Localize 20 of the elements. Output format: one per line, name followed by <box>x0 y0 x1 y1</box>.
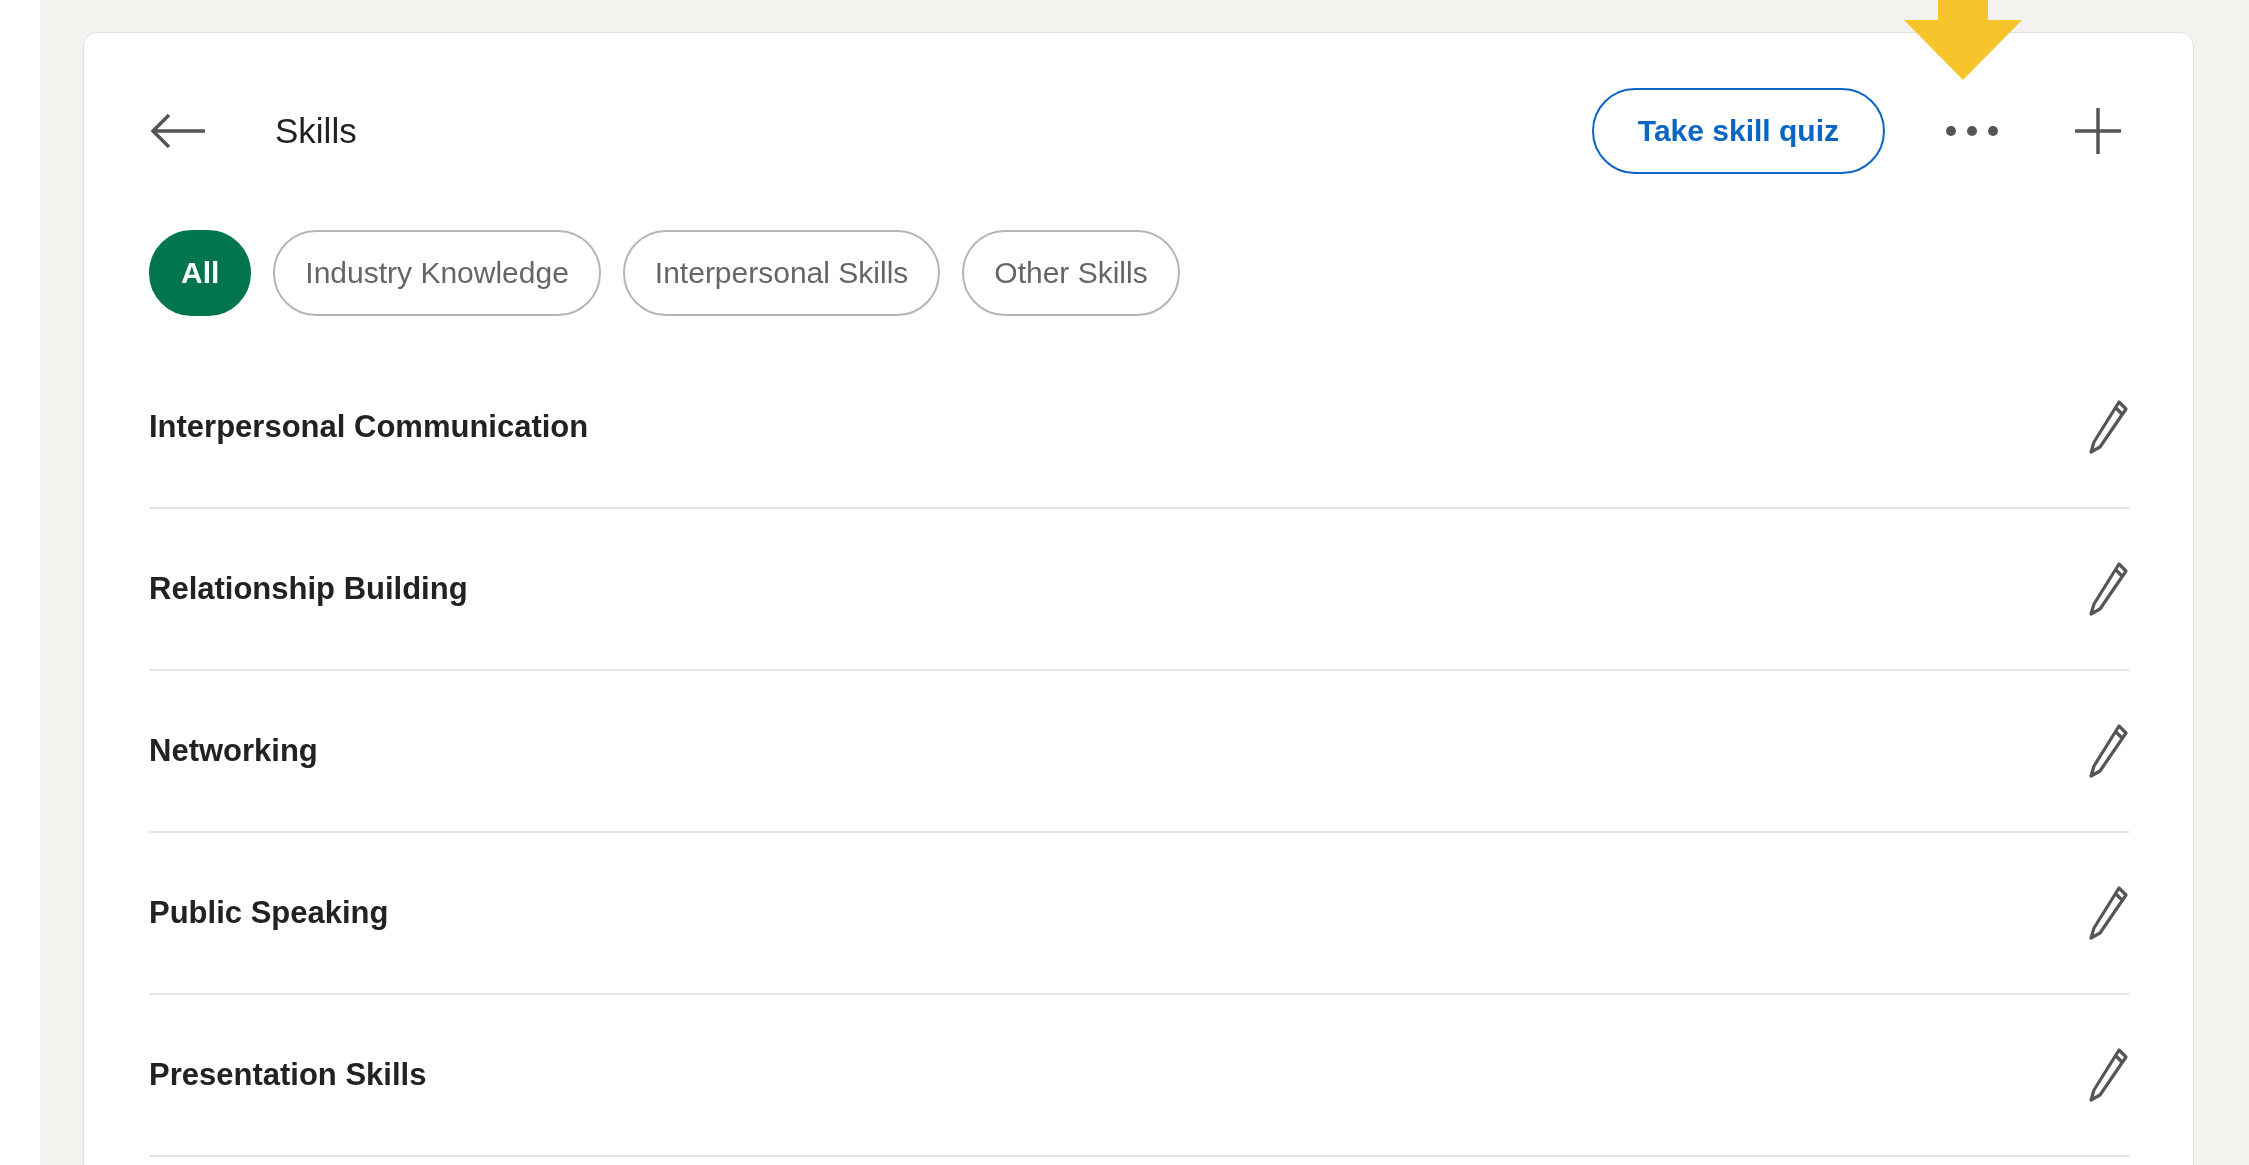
filter-chip[interactable]: All <box>149 230 252 316</box>
filter-chip[interactable]: Industry Knowledge <box>273 230 601 316</box>
edit-icon[interactable] <box>2089 561 2129 617</box>
skill-name: Relationship Building <box>149 571 468 607</box>
filter-chip[interactable]: Interpersonal Skills <box>622 230 941 316</box>
take-skill-quiz-button[interactable]: Take skill quiz <box>1591 88 1885 174</box>
skill-name: Interpersonal Communication <box>149 408 589 445</box>
edit-icon[interactable] <box>2089 723 2129 779</box>
pointer-arrow-icon <box>1904 0 2022 80</box>
filter-chip[interactable]: Other Skills <box>962 230 1180 316</box>
add-icon[interactable] <box>2073 106 2123 156</box>
edit-icon[interactable] <box>2089 885 2129 941</box>
edit-icon[interactable] <box>2089 398 2129 455</box>
edit-icon[interactable] <box>2089 1047 2129 1103</box>
back-icon[interactable] <box>149 111 207 151</box>
more-options-icon[interactable] <box>1945 125 1999 137</box>
skill-name: Networking <box>149 733 318 769</box>
skill-name: Public Speaking <box>149 895 389 931</box>
skill-name: Presentation Skills <box>149 1057 427 1093</box>
page-title: Skills <box>275 111 357 151</box>
